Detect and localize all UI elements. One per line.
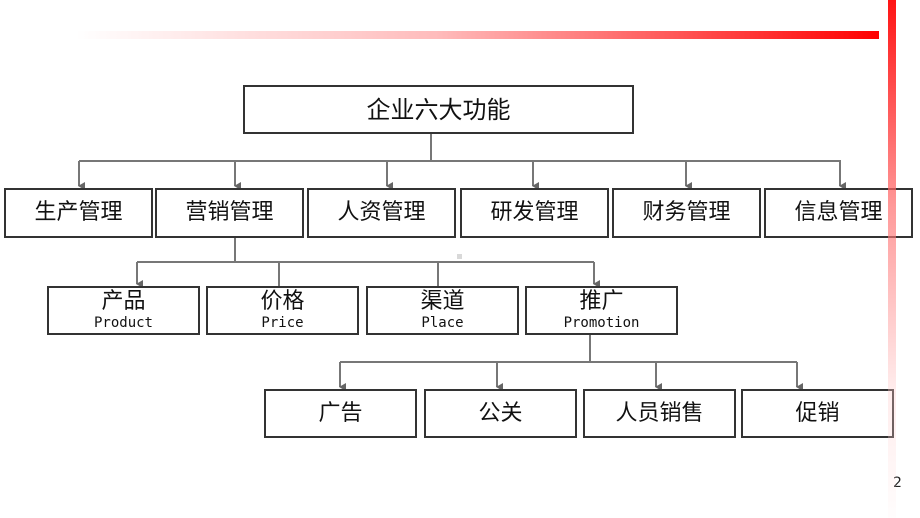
node-label: 产品 <box>101 288 146 314</box>
node-production-management: 生产管理 <box>4 188 153 238</box>
node-label: 人资管理 <box>337 200 426 225</box>
root-label: 企业六大功能 <box>366 95 511 124</box>
node-personal-selling: 人员销售 <box>583 389 736 438</box>
node-english-label: Promotion <box>563 314 640 331</box>
node-label: 营销管理 <box>185 200 274 225</box>
node-advertising: 广告 <box>264 389 417 438</box>
node-english-label: Price <box>261 314 304 331</box>
node-label: 财务管理 <box>642 200 731 225</box>
node-english-label: Place <box>421 314 464 331</box>
side-accent-bar <box>888 0 896 518</box>
node-label: 广告 <box>318 400 363 426</box>
node-price: 价格 Price <box>206 286 359 335</box>
node-label: 价格 <box>260 288 305 314</box>
node-label: 促销 <box>795 400 840 426</box>
node-product: 产品 Product <box>47 286 200 335</box>
node-label: 研发管理 <box>490 200 579 225</box>
node-promotion: 推广 Promotion <box>525 286 678 335</box>
node-label: 推广 <box>579 288 624 314</box>
node-label: 人员销售 <box>615 400 704 426</box>
node-finance-management: 财务管理 <box>612 188 761 238</box>
node-label: 信息管理 <box>794 200 883 225</box>
node-label: 公关 <box>478 400 523 426</box>
node-sales-promotion: 促销 <box>741 389 894 438</box>
node-marketing-management: 营销管理 <box>155 188 304 238</box>
node-label: 生产管理 <box>34 200 123 225</box>
node-label: 渠道 <box>420 288 465 314</box>
connector-lines <box>78 133 846 391</box>
node-place: 渠道 Place <box>366 286 519 335</box>
node-rnd-management: 研发管理 <box>460 188 609 238</box>
node-public-relations: 公关 <box>424 389 577 438</box>
node-english-label: Product <box>93 314 153 331</box>
node-hr-management: 人资管理 <box>307 188 456 238</box>
root-node: 企业六大功能 <box>243 85 634 134</box>
